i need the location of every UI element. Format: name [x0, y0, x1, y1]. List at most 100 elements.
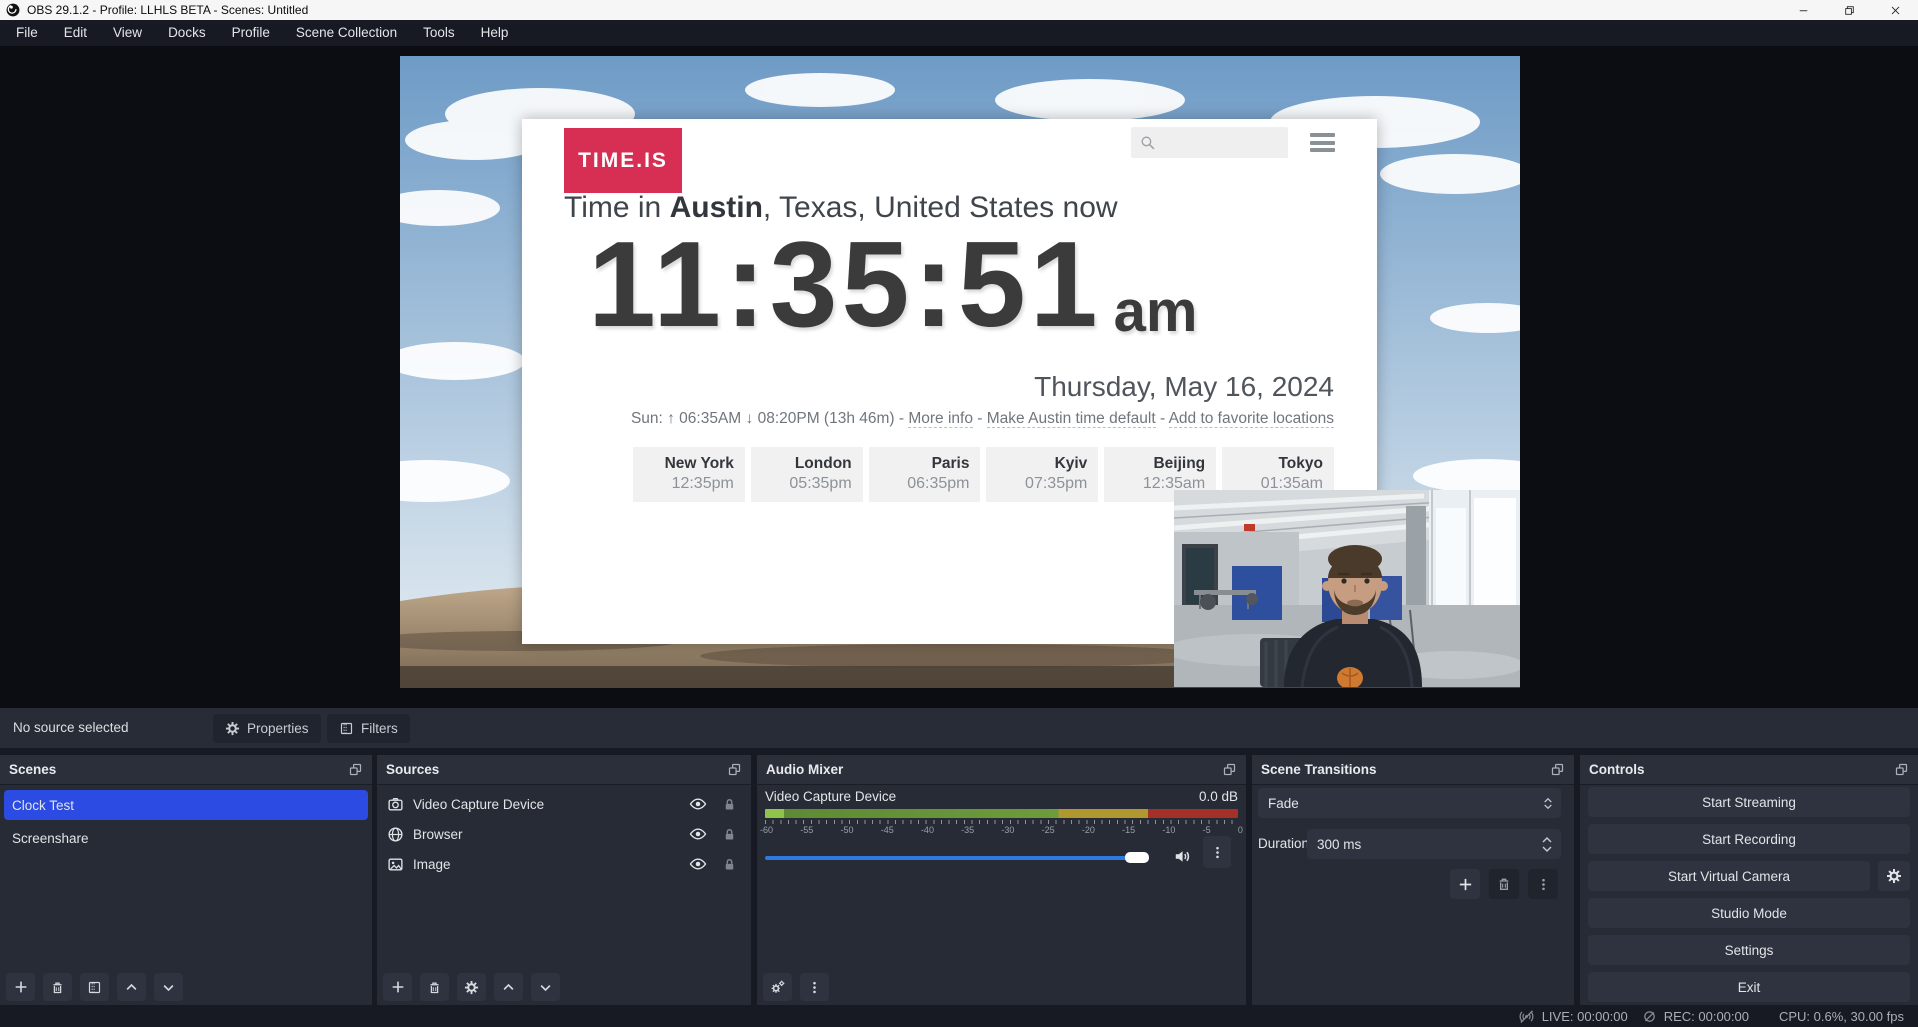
- camera-icon: [387, 796, 404, 813]
- volume-slider-handle[interactable]: [1125, 852, 1149, 863]
- source-toolbar: No source selected Properties Filters: [0, 708, 1918, 748]
- preview-area: TIME.IS Time in Austin, Texas, United St…: [0, 46, 1918, 708]
- plus-icon: [13, 979, 29, 995]
- scene-up-button[interactable]: [117, 973, 146, 1001]
- preview-canvas[interactable]: TIME.IS Time in Austin, Texas, United St…: [400, 56, 1520, 688]
- trash-icon: [427, 980, 442, 995]
- select-arrows-icon: [1543, 797, 1553, 810]
- make-default-link: Make Austin time default: [987, 410, 1156, 428]
- start-recording-button[interactable]: Start Recording: [1588, 824, 1910, 854]
- menu-profile[interactable]: Profile: [219, 20, 283, 46]
- trash-icon: [1496, 876, 1512, 892]
- source-row-image[interactable]: Image: [377, 849, 751, 879]
- lock-icon[interactable]: [722, 857, 737, 872]
- audio-mixer-panel: Audio Mixer Video Capture Device 0.0 dB …: [757, 755, 1246, 1005]
- source-row-video-capture[interactable]: Video Capture Device: [377, 789, 751, 819]
- remove-scene-button[interactable]: [43, 973, 72, 1001]
- menu-bar: File Edit View Docks Profile Scene Colle…: [0, 20, 1918, 46]
- advanced-audio-button[interactable]: [763, 973, 792, 1001]
- window-title: OBS 29.1.2 - Profile: LLHLS BETA - Scene…: [27, 3, 308, 17]
- duration-spinbox[interactable]: 300 ms: [1307, 829, 1561, 859]
- mixer-menu-button[interactable]: [800, 973, 829, 1001]
- no-source-selected-label: No source selected: [13, 708, 129, 748]
- hamburger-menu-icon: [1310, 133, 1335, 152]
- popout-icon[interactable]: [1894, 762, 1909, 777]
- source-row-browser[interactable]: Browser: [377, 819, 751, 849]
- popout-icon[interactable]: [1550, 762, 1565, 777]
- menu-file[interactable]: File: [3, 20, 51, 46]
- eye-icon[interactable]: [689, 795, 707, 813]
- menu-scene-collection[interactable]: Scene Collection: [283, 20, 410, 46]
- scenes-header: Scenes: [0, 755, 372, 785]
- popout-icon[interactable]: [348, 762, 363, 777]
- menu-tools[interactable]: Tools: [410, 20, 468, 46]
- minimize-button[interactable]: [1780, 0, 1826, 20]
- scenes-toolbar: [6, 973, 183, 1001]
- webcam-overlay: [1174, 490, 1520, 687]
- rec-status: REC: 00:00:00: [1642, 1009, 1749, 1024]
- menu-edit[interactable]: Edit: [51, 20, 100, 46]
- sources-header: Sources: [377, 755, 751, 785]
- add-favorite-link: Add to favorite locations: [1169, 410, 1334, 428]
- start-virtual-camera-button[interactable]: Start Virtual Camera: [1588, 861, 1870, 891]
- menu-docks[interactable]: Docks: [155, 20, 219, 46]
- source-properties-button[interactable]: [457, 973, 486, 1001]
- globe-icon: [387, 826, 404, 843]
- status-bar: LIVE: 00:00:00 REC: 00:00:00 CPU: 0.6%, …: [0, 1005, 1918, 1027]
- scene-item-clock-test[interactable]: Clock Test: [4, 790, 368, 820]
- virtual-camera-config-button[interactable]: [1878, 861, 1910, 891]
- add-source-button[interactable]: [383, 973, 412, 1001]
- timeis-logo: TIME.IS: [564, 128, 682, 193]
- settings-button[interactable]: Settings: [1588, 935, 1910, 965]
- search-input: [1131, 127, 1288, 158]
- exit-button[interactable]: Exit: [1588, 972, 1910, 1002]
- studio-mode-button[interactable]: Studio Mode: [1588, 898, 1910, 928]
- eye-icon[interactable]: [689, 855, 707, 873]
- world-clock-tile: Paris06:35pm: [869, 447, 981, 502]
- lock-icon[interactable]: [722, 827, 737, 842]
- filter-icon: [87, 980, 102, 995]
- maximize-button[interactable]: [1826, 0, 1872, 20]
- lock-icon[interactable]: [722, 797, 737, 812]
- source-up-button[interactable]: [494, 973, 523, 1001]
- transition-select[interactable]: Fade: [1258, 788, 1561, 818]
- menu-help[interactable]: Help: [468, 20, 522, 46]
- controls-header: Controls: [1580, 755, 1918, 785]
- current-date: Thursday, May 16, 2024: [1034, 371, 1334, 403]
- add-scene-button[interactable]: [6, 973, 35, 1001]
- mixer-channel: Video Capture Device 0.0 dB: [765, 789, 1238, 804]
- eye-icon[interactable]: [689, 825, 707, 843]
- more-info-link: More info: [908, 410, 973, 428]
- popout-icon[interactable]: [1222, 762, 1237, 777]
- dots-vertical-icon: [807, 980, 822, 995]
- popout-icon[interactable]: [727, 762, 742, 777]
- world-clock-tile: Kyiv07:35pm: [986, 447, 1098, 502]
- speaker-icon[interactable]: [1173, 847, 1192, 866]
- properties-button[interactable]: Properties: [213, 714, 321, 743]
- channel-menu-button[interactable]: [1203, 836, 1231, 868]
- image-icon: [387, 856, 404, 873]
- transition-menu-button[interactable]: [1528, 869, 1558, 899]
- close-button[interactable]: [1872, 0, 1918, 20]
- clock-meridiem: am: [1114, 283, 1198, 341]
- scene-filters-button[interactable]: [80, 973, 109, 1001]
- add-transition-button[interactable]: [1450, 869, 1480, 899]
- clock-time: 11:35:51: [588, 223, 1102, 345]
- sources-list: Video Capture Device Browser: [377, 786, 751, 879]
- spinbox-arrows-icon[interactable]: [1541, 836, 1553, 853]
- volume-meter: [765, 809, 1238, 818]
- scene-down-button[interactable]: [154, 973, 183, 1001]
- trash-icon: [50, 980, 65, 995]
- title-bar: OBS 29.1.2 - Profile: LLHLS BETA - Scene…: [0, 0, 1918, 20]
- scenes-list: Clock Test Screenshare: [0, 786, 372, 853]
- volume-slider[interactable]: [765, 856, 1149, 860]
- source-down-button[interactable]: [531, 973, 560, 1001]
- filters-button[interactable]: Filters: [327, 714, 410, 743]
- start-streaming-button[interactable]: Start Streaming: [1588, 787, 1910, 817]
- remove-source-button[interactable]: [420, 973, 449, 1001]
- menu-view[interactable]: View: [100, 20, 155, 46]
- scene-item-screenshare[interactable]: Screenshare: [4, 823, 368, 853]
- record-icon: [1642, 1009, 1657, 1024]
- world-clock-tile: London05:35pm: [751, 447, 863, 502]
- remove-transition-button[interactable]: [1489, 869, 1519, 899]
